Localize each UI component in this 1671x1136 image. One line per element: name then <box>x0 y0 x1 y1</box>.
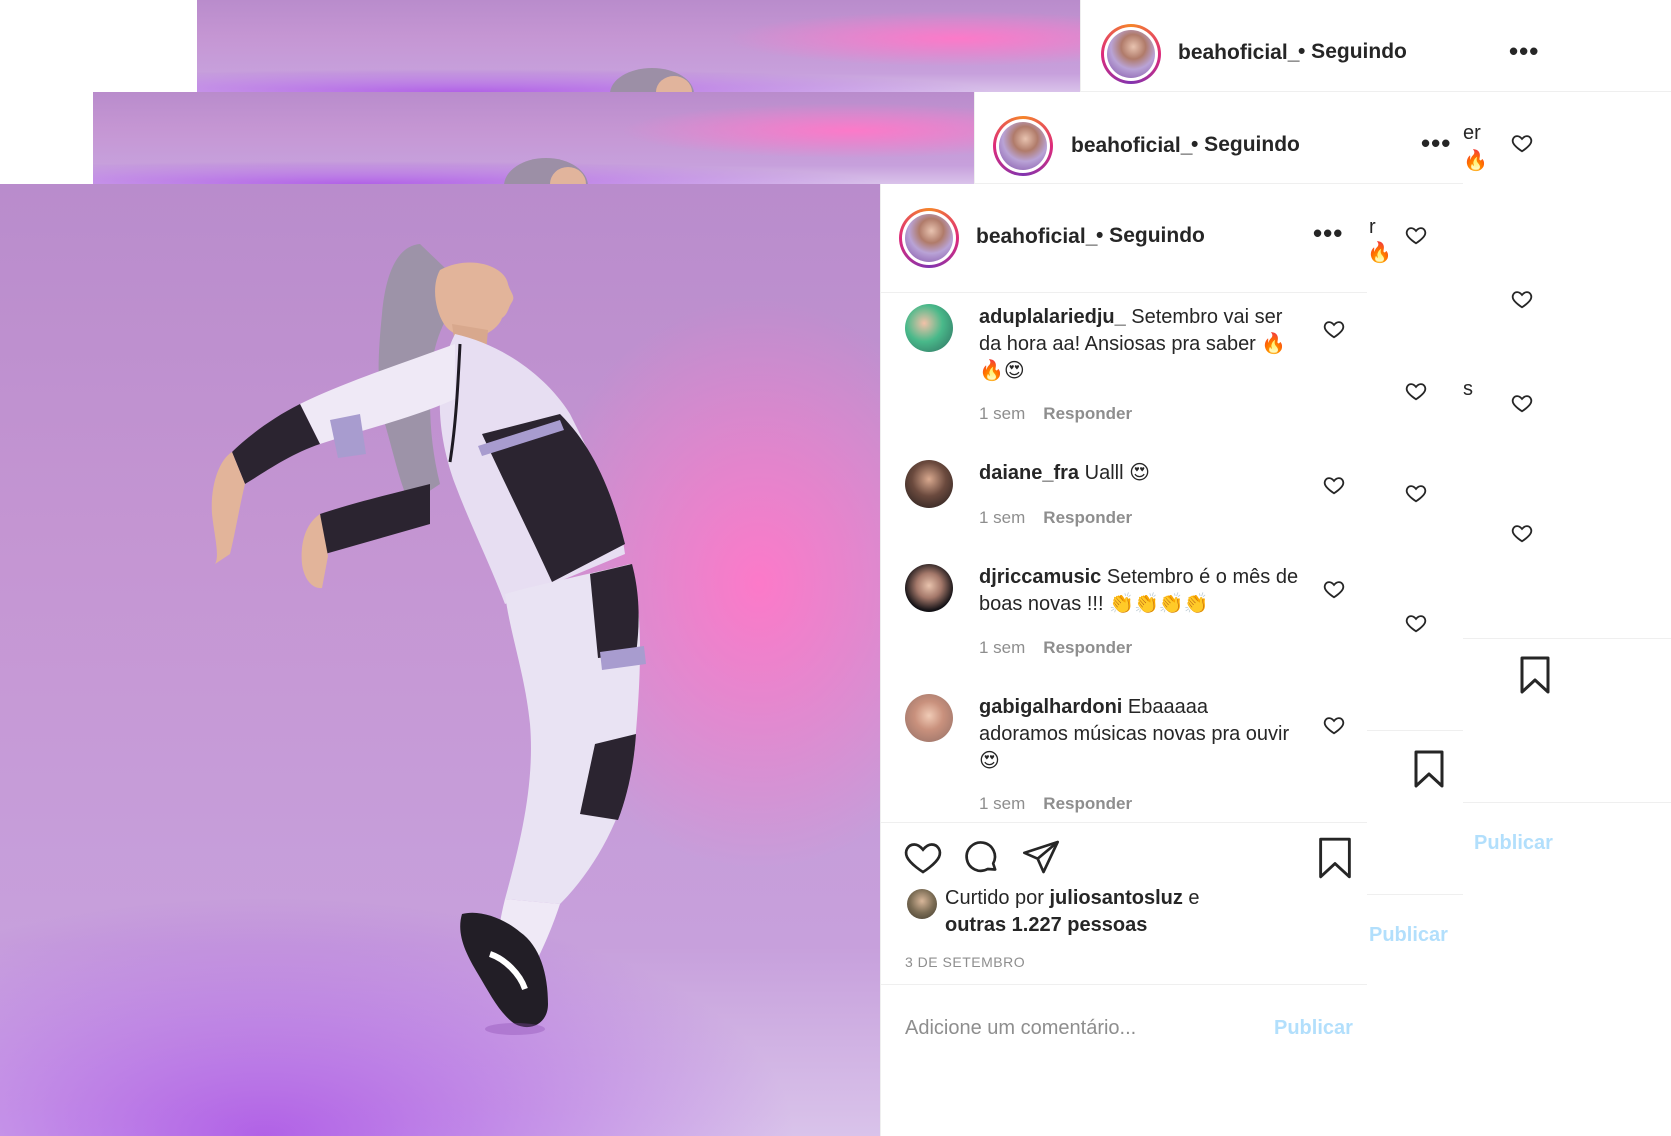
heart-icon[interactable] <box>1323 714 1345 736</box>
follow-status[interactable]: • Seguindo <box>1298 40 1407 64</box>
comment-body: Ualll 😍 <box>1084 462 1150 484</box>
heart-icon[interactable] <box>1511 288 1533 310</box>
likes-prefix: Curtido por <box>945 887 1044 909</box>
comment-text: aduplalariedju_ Setembro vai ser da hora… <box>979 304 1299 385</box>
comment-time: 1 sem <box>979 508 1026 527</box>
comment-meta: 1 sem Responder <box>979 794 1132 814</box>
comment-divider <box>1367 894 1463 895</box>
heart-icon[interactable] <box>1511 522 1533 544</box>
bookmark-icon[interactable] <box>1413 750 1445 788</box>
post-date[interactable]: 3 DE SETEMBRO <box>905 954 1025 970</box>
avatar[interactable] <box>993 116 1053 176</box>
post-card-back-2: beahoficial_ • Seguindo ••• <box>197 0 1671 92</box>
commenter-avatar[interactable] <box>905 304 953 352</box>
comment-time: 1 sem <box>979 404 1026 423</box>
commenter-avatar[interactable] <box>905 694 953 742</box>
comment-fragment: s <box>1463 378 1473 400</box>
more-options-icon[interactable]: ••• <box>1509 36 1539 67</box>
commenter-avatar[interactable] <box>905 460 953 508</box>
comment-item: daiane_fra Ualll 😍 1 sem Responder <box>905 460 1345 540</box>
reply-button[interactable]: Responder <box>1043 508 1132 527</box>
fire-emoji: 🔥 <box>1463 150 1488 172</box>
bookmark-icon[interactable] <box>1317 837 1353 879</box>
comment-input[interactable]: Adicione um comentário... <box>905 1017 1136 1040</box>
follow-status[interactable]: • Seguindo <box>1191 133 1300 157</box>
commenter-avatar[interactable] <box>905 564 953 612</box>
comment-meta: 1 sem Responder <box>979 508 1132 528</box>
header-username[interactable]: beahoficial_ <box>976 225 1097 249</box>
comment-fragment: r <box>1369 216 1376 238</box>
commenter-username[interactable]: daiane_fra <box>979 462 1079 484</box>
comment-meta: 1 sem Responder <box>979 638 1132 658</box>
heart-icon[interactable] <box>1405 380 1427 402</box>
reply-button[interactable]: Responder <box>1043 638 1132 657</box>
post-header: beahoficial_ • Seguindo ••• <box>881 184 1367 293</box>
post-card-back-1: beahoficial_ • Seguindo ••• <box>93 92 1463 184</box>
heart-icon[interactable] <box>1323 318 1345 340</box>
post-panel-back-1-column: r 🔥 Publicar <box>1367 184 1463 1136</box>
heart-icon[interactable] <box>1405 224 1427 246</box>
likes-count[interactable]: outras 1.227 pessoas <box>945 914 1147 936</box>
commenter-username[interactable]: gabigalhardoni <box>979 696 1122 718</box>
comment-item: gabigalhardoni Ebaaaaa adoramos músicas … <box>905 694 1345 822</box>
heart-icon[interactable] <box>1405 482 1427 504</box>
likes-connector: e <box>1188 887 1200 909</box>
follow-status[interactable]: • Seguindo <box>1096 224 1205 248</box>
avatar[interactable] <box>899 208 959 268</box>
commenter-username[interactable]: aduplalariedju_ <box>979 306 1126 328</box>
post-panel-back-2-column: er 🔥 s Publicar <box>1463 92 1671 1136</box>
comment-form: Adicione um comentário... Publicar <box>881 984 1367 1136</box>
comments-panel: beahoficial_ • Seguindo ••• <box>1080 0 1671 92</box>
more-options-icon[interactable]: ••• <box>1421 128 1451 159</box>
comments-panel: beahoficial_ • Seguindo ••• <box>974 92 1463 184</box>
heart-icon[interactable] <box>1511 392 1533 414</box>
action-bar: Curtido por juliosantosluz e outras 1.22… <box>881 822 1367 985</box>
publish-button[interactable]: Publicar <box>1474 832 1553 855</box>
reply-button[interactable]: Responder <box>1043 404 1132 423</box>
comment-meta: 1 sem Responder <box>979 404 1132 424</box>
liker-username[interactable]: juliosantosluz <box>1050 887 1183 909</box>
comment-bubble-icon[interactable] <box>961 837 1001 877</box>
comment-text: gabigalhardoni Ebaaaaa adoramos músicas … <box>979 694 1299 775</box>
comment-item: aduplalariedju_ Setembro vai ser da hora… <box>905 304 1345 434</box>
like-heart-icon[interactable] <box>903 837 943 877</box>
likes-summary: Curtido por juliosantosluz e outras 1.22… <box>945 885 1200 939</box>
post-photo <box>93 92 975 184</box>
dancer-head <box>504 158 588 184</box>
heart-icon[interactable] <box>1323 474 1345 496</box>
dancer-figure <box>211 244 646 1035</box>
heart-icon[interactable] <box>1511 132 1533 154</box>
post-photo <box>197 0 1081 92</box>
comments-panel: beahoficial_ • Seguindo ••• aduplalaried… <box>880 184 1367 1136</box>
post-photo[interactable] <box>0 184 882 1136</box>
liker-avatar[interactable] <box>907 889 937 919</box>
heart-icon[interactable] <box>1323 578 1345 600</box>
comment-time: 1 sem <box>979 794 1026 813</box>
fire-emoji: 🔥 <box>1367 242 1392 264</box>
post-card: beahoficial_ • Seguindo ••• aduplalaried… <box>0 184 1367 1136</box>
more-options-icon[interactable]: ••• <box>1313 218 1343 249</box>
actions-divider <box>1463 638 1671 639</box>
comment-text: djriccamusic Setembro é o mês de boas no… <box>979 564 1299 618</box>
comment-fragment: er <box>1463 122 1481 144</box>
dancer-head <box>610 68 694 92</box>
header-username[interactable]: beahoficial_ <box>1071 134 1192 158</box>
publish-button[interactable]: Publicar <box>1274 1017 1353 1040</box>
comment-time: 1 sem <box>979 638 1026 657</box>
actions-divider <box>1367 730 1463 731</box>
comment-item: djriccamusic Setembro é o mês de boas no… <box>905 564 1345 664</box>
reply-button[interactable]: Responder <box>1043 794 1132 813</box>
share-icon[interactable] <box>1021 837 1061 877</box>
header-username[interactable]: beahoficial_ <box>1178 41 1299 65</box>
comment-text: daiane_fra Ualll 😍 <box>979 460 1299 487</box>
heart-icon[interactable] <box>1405 612 1427 634</box>
avatar[interactable] <box>1101 24 1161 84</box>
publish-button[interactable]: Publicar <box>1369 924 1448 947</box>
bookmark-icon[interactable] <box>1519 656 1551 694</box>
comment-divider <box>1463 802 1671 803</box>
commenter-username[interactable]: djriccamusic <box>979 566 1101 588</box>
